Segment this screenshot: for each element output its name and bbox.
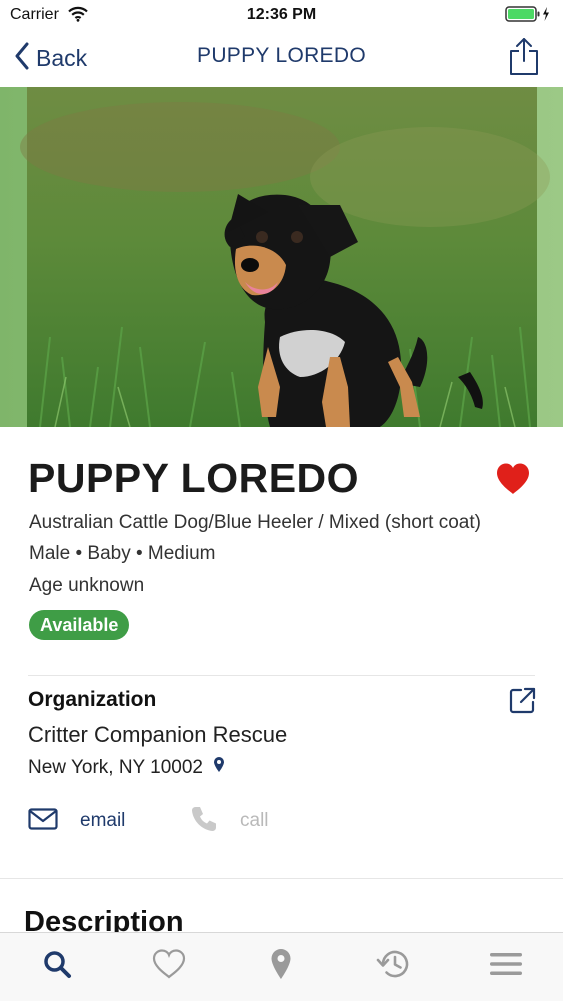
open-organization-button[interactable]: [509, 687, 536, 719]
menu-icon: [490, 952, 522, 981]
favorite-button[interactable]: [495, 462, 531, 501]
page-title: PUPPY LOREDO: [197, 44, 366, 67]
breed-label: Australian Cattle Dog/Blue Heeler / Mixe…: [29, 512, 481, 533]
share-icon: [509, 38, 539, 80]
envelope-icon: [28, 807, 58, 835]
organization-location[interactable]: New York, NY 10002: [28, 756, 225, 779]
battery-icon: [505, 5, 551, 28]
email-label: email: [80, 810, 126, 831]
external-link-icon: [509, 687, 536, 718]
email-button[interactable]: email: [28, 805, 125, 837]
tab-search[interactable]: [32, 941, 82, 991]
pet-photo: [0, 87, 563, 427]
call-button[interactable]: call: [190, 805, 269, 837]
section-divider: [0, 878, 563, 879]
status-bar: Carrier 12:36 PM: [0, 0, 563, 30]
status-badge: Available: [29, 610, 130, 640]
heart-icon: [152, 948, 186, 984]
divider: [28, 675, 535, 676]
share-button[interactable]: [509, 36, 539, 81]
history-icon: [376, 948, 410, 985]
tab-menu[interactable]: [481, 941, 531, 991]
heart-filled-icon: [495, 463, 531, 500]
age-label: Age unknown: [29, 575, 145, 596]
tab-history[interactable]: [368, 941, 418, 991]
map-pin-icon: [213, 756, 225, 779]
pet-name: PUPPY LOREDO: [28, 455, 360, 501]
phone-icon: [190, 805, 218, 838]
call-label: call: [240, 810, 269, 831]
navigation-bar: Back PUPPY LOREDO: [0, 30, 563, 88]
location-label: New York, NY 10002: [28, 756, 203, 778]
organization-name: Critter Companion Rescue: [28, 722, 288, 747]
tab-bar: [0, 932, 563, 1001]
clock-label: 12:36 PM: [246, 6, 317, 23]
attributes-label: Male • Baby • Medium: [29, 543, 216, 564]
tab-favorites[interactable]: [144, 941, 194, 991]
location-pin-icon: [270, 948, 292, 985]
organization-heading: Organization: [28, 688, 157, 711]
tab-nearby[interactable]: [256, 941, 306, 991]
search-icon: [42, 949, 72, 984]
